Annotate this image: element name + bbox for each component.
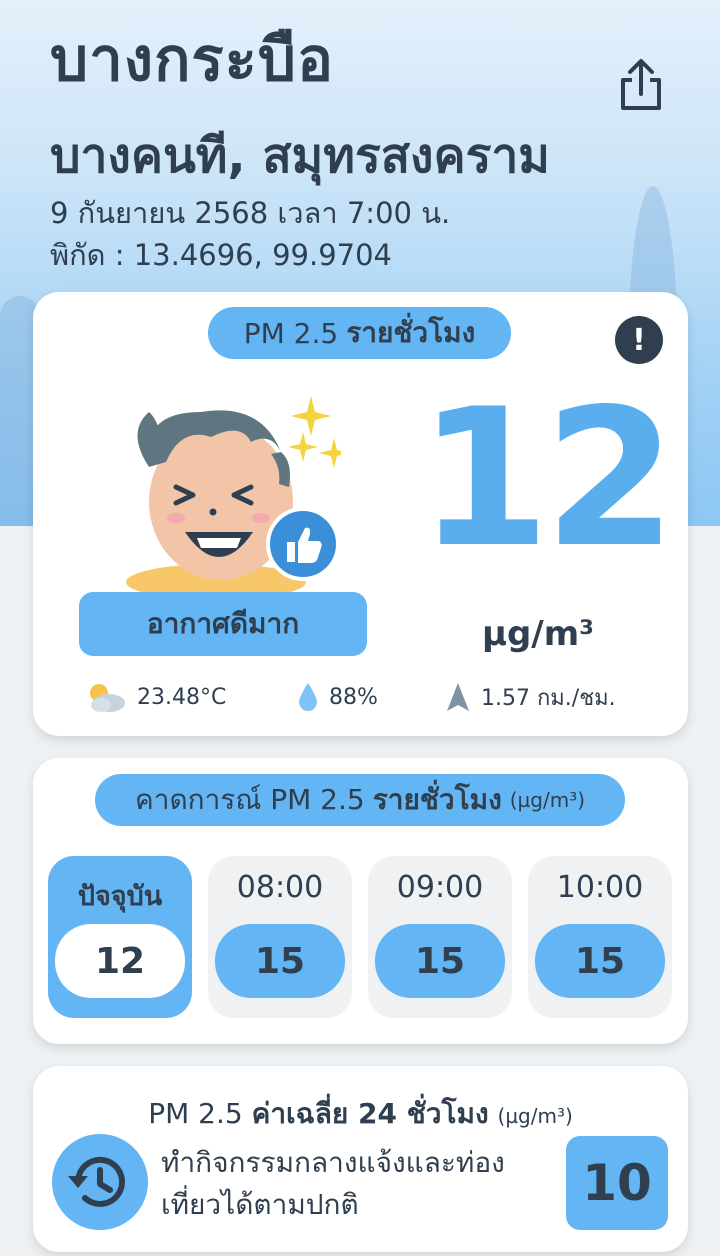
forecast-value: 12 <box>55 924 185 998</box>
title-bold: ค่าเฉลี่ย 24 ชั่วโมง <box>251 1097 489 1130</box>
partly-cloudy-icon <box>90 684 125 712</box>
wind: 1.57 กม./ชม. <box>445 680 616 714</box>
info-icon: ! <box>632 322 646 358</box>
coordinates: พิกัด : 13.4696, 99.9704 <box>50 238 392 272</box>
forecast-item-0800[interactable]: 08:00 15 <box>208 856 352 1018</box>
title-prefix: คาดการณ์ PM 2.5 <box>134 783 365 816</box>
average-card: PM 2.5 ค่าเฉลี่ย 24 ชั่วโมง (µg/m³) ทำกิ… <box>33 1066 688 1252</box>
forecast-value: 15 <box>375 924 505 998</box>
subdistrict-title: บางกระบือ <box>50 25 334 95</box>
title-prefix: PM 2.5 <box>148 1097 243 1130</box>
history-button[interactable] <box>52 1134 148 1230</box>
title-unit: (µg/m³) <box>497 1104 573 1128</box>
pm25-value: 12 <box>418 368 676 589</box>
forecast-value: 15 <box>215 924 345 998</box>
forecast-card: คาดการณ์ PM 2.5 รายชั่วโมง (µg/m³) ปัจจุ… <box>33 758 688 1044</box>
forecast-item-0900[interactable]: 09:00 15 <box>368 856 512 1018</box>
forecast-time: 10:00 <box>556 870 644 905</box>
title-prefix: PM 2.5 <box>243 316 339 350</box>
temperature: 23.48°C <box>83 680 226 714</box>
forecast-item-1000[interactable]: 10:00 15 <box>528 856 672 1018</box>
wind-direction-icon <box>447 683 469 711</box>
forecast-item-current[interactable]: ปัจจุบัน 12 <box>48 856 192 1018</box>
forecast-time: ปัจจุบัน <box>77 881 163 912</box>
air-quality-status: อากาศดีมาก <box>79 592 367 656</box>
title-bold: รายชั่วโมง <box>372 783 502 816</box>
current-pm-card: PM 2.5 รายชั่วโมง ! อากาศดีมาก 12 µg/m³ … <box>33 292 688 736</box>
current-pm-title: PM 2.5 รายชั่วโมง <box>208 307 511 359</box>
wind-value: 1.57 กม./ชม. <box>481 685 616 711</box>
info-button[interactable]: ! <box>615 316 663 364</box>
average-advice: ทำกิจกรรมกลางแจ้งและท่องเที่ยวได้ตามปกติ <box>161 1146 505 1221</box>
forecast-title: คาดการณ์ PM 2.5 รายชั่วโมง (µg/m³) <box>95 774 625 826</box>
forecast-time: 09:00 <box>396 870 484 905</box>
share-button[interactable] <box>614 56 668 116</box>
pm25-unit: µg/m³ <box>481 614 595 654</box>
history-icon <box>68 1156 125 1207</box>
forecast-value: 15 <box>535 924 665 998</box>
humidity-value: 88% <box>329 684 378 710</box>
title-bold: รายชั่วโมง <box>346 316 476 349</box>
average-title: PM 2.5 ค่าเฉลี่ย 24 ชั่วโมง (µg/m³) <box>33 1092 688 1136</box>
share-icon <box>621 59 661 110</box>
humidity: 88% <box>297 680 378 714</box>
water-drop-icon <box>299 683 317 711</box>
district-province: บางคนที, สมุทรสงคราม <box>50 128 550 184</box>
title-unit: (µg/m³) <box>509 788 586 812</box>
date-time: 9 กันยายน 2568 เวลา 7:00 น. <box>50 196 451 230</box>
forecast-time: 08:00 <box>236 870 324 905</box>
happy-face-mascot <box>126 396 341 592</box>
average-value: 10 <box>566 1136 668 1230</box>
temperature-value: 23.48°C <box>137 684 227 710</box>
